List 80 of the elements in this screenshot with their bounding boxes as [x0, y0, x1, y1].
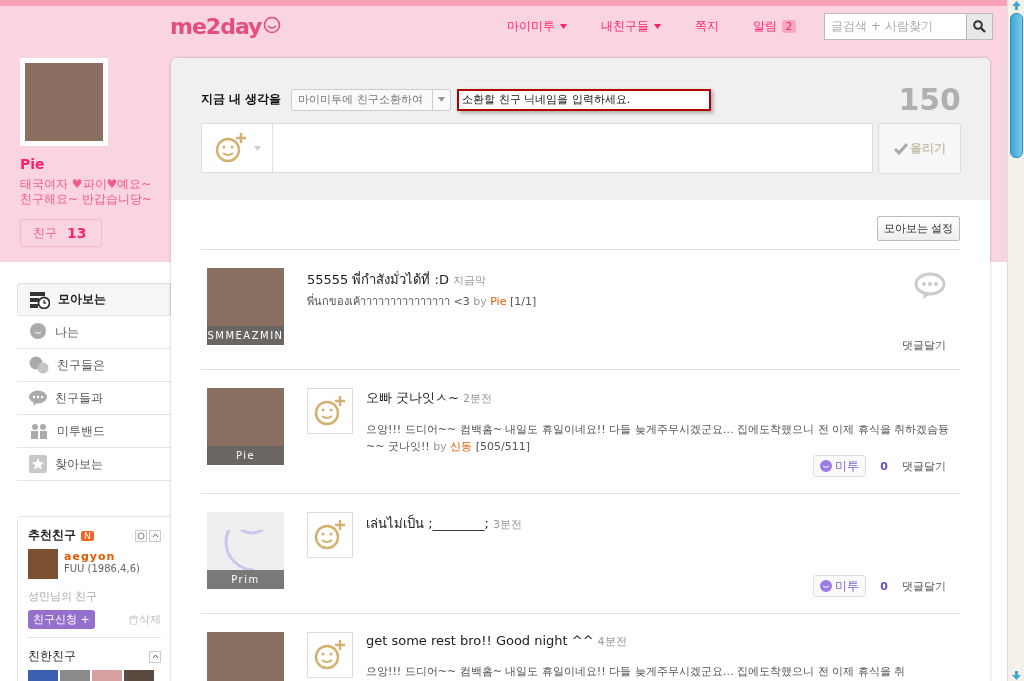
sidebar-item[interactable]: 모아보는 [17, 283, 171, 316]
metoo-count: 0 [880, 579, 888, 593]
default-avatar[interactable]: Prim [207, 512, 284, 589]
search-button[interactable] [966, 12, 993, 40]
avatar-caption: SMMEAZMIN [207, 326, 284, 345]
nickname-input[interactable]: 소환할 친구 닉네임을 입력하세요. [457, 88, 712, 111]
smiley-bubble-icon [29, 323, 47, 341]
smiley-plus-icon [313, 394, 347, 428]
sidebar-item[interactable]: 나는 [17, 316, 171, 349]
refresh-button[interactable] [135, 529, 147, 542]
feed-settings-button[interactable]: 모아보는 설정 [876, 216, 960, 241]
speech-bubble-icon [263, 16, 282, 36]
arrow-up-icon [1010, 0, 1022, 11]
nav-link[interactable]: 내친구들 [600, 17, 661, 35]
metoo-button[interactable]: 미투 [813, 455, 867, 477]
post-body: พี่นกของเค้าาาาาาาาาาาาาาา <3 by Pie [1/1] [307, 293, 538, 310]
add-friend-button[interactable]: 친구신청 + [28, 610, 95, 629]
scrollbar[interactable] [1007, 0, 1024, 681]
caret-icon [253, 145, 261, 151]
collapse-button[interactable] [149, 650, 161, 663]
star-icon [29, 455, 47, 473]
avatar-caption: Prim [207, 570, 284, 589]
profile-bio: 태국여자 ♥파이♥예요~ 친구해요~ 반갑습니당~ [20, 177, 153, 207]
metoo-button[interactable]: 미투 [813, 575, 867, 597]
friends-count-link[interactable]: 친구 13 [20, 219, 102, 247]
close-friends-title: 친한친구 [28, 648, 76, 665]
message-field[interactable] [201, 123, 873, 173]
mutual-friend-text: 성민님의 친구 [28, 589, 99, 604]
smiley-plus-icon [213, 131, 248, 165]
search-field[interactable]: 글검색 + 사람찾기 [824, 12, 966, 40]
smiley-bubble-icon [820, 579, 833, 593]
collapse-button[interactable] [149, 529, 161, 542]
people-icon [29, 423, 49, 439]
comment-link[interactable]: 댓글달기 [902, 458, 946, 474]
friend-name-link[interactable]: aegyon [64, 550, 116, 563]
new-badge: N [81, 530, 94, 541]
composer-label: 지금 내 생각을 [201, 91, 282, 108]
post-text: 오빠 굿나잇ㅅ~ 2분전 [366, 389, 494, 407]
bubbles-icon [29, 356, 49, 374]
avatar-photo-placeholder[interactable]: SMMEAZMIN [207, 268, 284, 345]
recommend-title: 추천친구 [28, 527, 76, 544]
post-text: get some rest bro!! Good night ^^ 4분전 [366, 633, 628, 649]
post-body: 으앙!!! 드디어~~ 컴백홈~ 내일도 휴일이네요!! 다들 늦게주무시겠군요… 집에도착했으니 전 이제 휴식을 취 [366, 664, 907, 680]
character-counter: 150 [898, 82, 961, 117]
friend-info: FUU (1986,4,6) [64, 563, 140, 574]
trash-icon [129, 614, 138, 625]
nav-link[interactable]: 마이미투 [506, 17, 567, 35]
post-body: 으앙!!! 드디어~~ 컴백홈~ 내일도 휴일이네요!! 다들 늦게주무시겠군요… 집에도착했으니 전 이제 휴식을 취하겠슴듕~~ 굿나잇!! by 신동 [505/511] [366, 422, 951, 455]
sidebar-item[interactable]: 친구들은 [17, 349, 171, 382]
check-icon [893, 142, 908, 155]
arrow-down-icon [1010, 670, 1022, 681]
chevron-up-icon [151, 533, 159, 538]
avatar-photo-placeholder[interactable]: Pie [207, 388, 284, 465]
nav-link[interactable]: 쪽지 [694, 17, 719, 35]
logo[interactable]: me2day [170, 13, 282, 39]
chat-icon[interactable] [914, 272, 946, 300]
avatar-caption: Pie [207, 446, 284, 465]
nav-link[interactable]: 알림 2 [752, 17, 796, 35]
profile-name: Pie [20, 156, 46, 172]
chevron-up-icon [151, 654, 159, 659]
profile-photo-placeholder[interactable] [20, 58, 108, 146]
smiley-plus-icon [313, 638, 347, 672]
scrollbar-thumb[interactable] [1009, 13, 1023, 158]
chat-icon [29, 390, 47, 406]
comment-link[interactable]: 댓글달기 [902, 578, 946, 594]
stack-clock-icon [30, 290, 50, 309]
search-icon [973, 19, 986, 33]
post-text: 55555 พี่กำสังมั่วได้ที่ :D 지금막 [307, 270, 487, 289]
notification-count: 2 [781, 19, 796, 33]
smiley-plus-icon [313, 518, 347, 552]
sidebar-item[interactable]: 찾아보는 [17, 448, 171, 481]
caret-icon [438, 97, 446, 102]
smiley-bubble-icon [820, 459, 833, 473]
metoo-count: 0 [880, 459, 888, 473]
mode-select[interactable]: 마이미투에 친구소환하여 [291, 88, 452, 111]
comment-link[interactable]: 댓글달기 [902, 338, 946, 353]
refresh-icon [137, 531, 145, 540]
post-text: เล่นไม่เป็น ;________; 3분전 [366, 513, 523, 533]
sidebar-item[interactable]: 친구들과 [17, 382, 171, 415]
sidebar-item[interactable]: 미투밴드 [17, 415, 171, 448]
